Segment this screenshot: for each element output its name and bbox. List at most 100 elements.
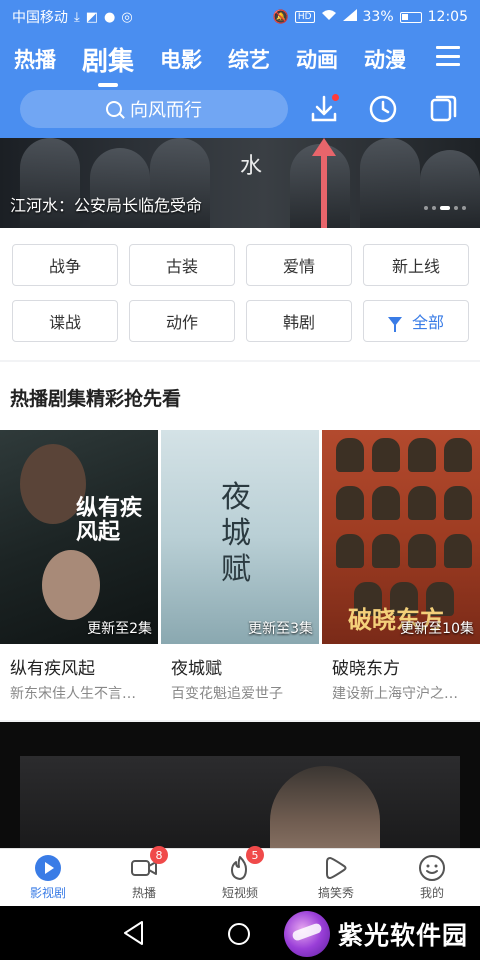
poster-figure (444, 438, 472, 472)
poster-figure (444, 534, 472, 568)
nav-label: 我的 (419, 886, 444, 900)
bottom-nav: 影视剧 8 热播 5 短视频 搞笑秀 我的 (0, 846, 480, 906)
series-poster: 破晓东方 更新至10集 (322, 430, 480, 644)
nav-hot[interactable]: 8 热播 (96, 846, 192, 906)
battery-icon (399, 11, 422, 23)
home-icon[interactable] (228, 923, 250, 945)
category-grid: 战争 古装 爱情 新上线 谍战 动作 韩剧 全部 (0, 228, 480, 360)
watermark-text: 紫光软件园 (338, 921, 469, 950)
watermark: 紫光软件园 (284, 908, 480, 960)
nav-label: 搞笑秀 (317, 886, 354, 900)
banner-poster-text: 水 (240, 154, 263, 179)
poster-figure (42, 550, 100, 620)
smiley-icon (418, 854, 446, 882)
flame-icon: 5 (226, 846, 264, 882)
poster-figure (372, 534, 400, 568)
banner-figure (360, 138, 420, 228)
watermark-logo-icon (284, 911, 330, 957)
category-action[interactable]: 动作 (129, 300, 235, 342)
category-new[interactable]: 新上线 (363, 244, 469, 286)
series-poster: 纵有疾风起 更新至2集 (0, 430, 158, 644)
category-war[interactable]: 战争 (12, 244, 118, 286)
badge: 8 (150, 846, 168, 864)
history-icon[interactable] (368, 94, 398, 124)
play-circle-icon (34, 854, 62, 882)
play-outline-icon (322, 854, 350, 882)
nav-label: 短视频 (221, 886, 258, 900)
nav-funny[interactable]: 搞笑秀 (288, 849, 384, 906)
category-romance[interactable]: 爱情 (246, 244, 352, 286)
tab-movie[interactable]: 电影 (160, 44, 202, 74)
badge: 5 (246, 846, 264, 864)
video-camera-icon: 8 (130, 846, 168, 882)
series-card[interactable]: 破晓东方 更新至10集 破晓东方 建设新上海守沪之… (322, 430, 480, 703)
app-status-icon: ◩ (85, 9, 99, 25)
nav-series[interactable]: 影视剧 (0, 849, 96, 906)
tab-hot[interactable]: 热播 (14, 44, 56, 74)
filter-icon (387, 316, 402, 332)
series-desc: 建设新上海守沪之… (332, 686, 458, 702)
series-name: 纵有疾风起 (10, 659, 95, 679)
poster-figure (408, 438, 436, 472)
search-icon (106, 101, 122, 117)
download-icon[interactable] (309, 94, 339, 124)
section-title: 热播剧集精彩抢先看 (10, 388, 182, 410)
back-icon[interactable] (122, 920, 146, 950)
series-poster: 夜城赋 更新至3集 (161, 430, 319, 644)
wifi-icon (321, 9, 337, 25)
tab-animation[interactable]: 动画 (296, 44, 338, 74)
carousel-dots (424, 206, 466, 210)
poster-figure (336, 486, 364, 520)
nav-short-video[interactable]: 5 短视频 (192, 846, 288, 906)
video-preview[interactable] (0, 722, 480, 848)
nav-label: 影视剧 (29, 886, 66, 900)
carrier-label: 中国移动 (12, 10, 68, 26)
notification-dot (332, 94, 339, 101)
tab-anime[interactable]: 动漫 (364, 44, 406, 74)
wechat-status-icon: ◎ (121, 9, 133, 25)
search-row: 向风而行 (0, 90, 480, 130)
poster-figure (444, 486, 472, 520)
nav-mine[interactable]: 我的 (384, 849, 480, 906)
poster-figure (336, 534, 364, 568)
series-card[interactable]: 夜城赋 更新至3集 夜城赋 百变花魁追爱世子 (161, 430, 319, 703)
poster-figure (408, 486, 436, 520)
poster-title: 夜城赋 (221, 480, 251, 587)
search-placeholder: 向风而行 (130, 100, 202, 121)
app-header: 中国移动 ⤓ ◩ ● ◎ 🔕 HD 33% 12:05 热播 剧集 电影 综艺 … (0, 0, 480, 138)
video-figure (270, 766, 380, 848)
poster-figure (372, 438, 400, 472)
update-badge: 更新至3集 (248, 621, 313, 637)
mute-icon: 🔕 (272, 9, 289, 25)
category-all-button[interactable]: 全部 (363, 300, 469, 342)
video-frame (20, 756, 460, 848)
series-desc: 新东宋佳人生不言… (10, 686, 136, 702)
category-spy[interactable]: 谍战 (12, 300, 118, 342)
category-costume[interactable]: 古装 (129, 244, 235, 286)
series-card[interactable]: 纵有疾风起 更新至2集 纵有疾风起 新东宋佳人生不言… (0, 430, 158, 703)
tab-series[interactable]: 剧集 (82, 41, 134, 87)
banner-figure (290, 144, 350, 228)
hot-series-section: 热播剧集精彩抢先看 纵有疾风起 更新至2集 纵有疾风起 新东宋佳人生不言… 夜城… (0, 362, 480, 720)
annotation-arrow-head (312, 138, 336, 156)
download-status-icon: ⤓ (74, 9, 80, 25)
featured-banner[interactable]: 水 江河水：公安局长临危受命 (0, 138, 480, 228)
banner-figure (90, 148, 150, 228)
menu-icon[interactable] (436, 46, 460, 66)
chat-status-icon: ● (104, 9, 116, 25)
series-desc: 百变花魁追爱世子 (171, 686, 283, 702)
update-badge: 更新至10集 (400, 621, 474, 637)
status-bar: 中国移动 ⤓ ◩ ● ◎ 🔕 HD 33% 12:05 (0, 0, 480, 34)
battery-percent: 33% (362, 9, 394, 25)
hd-icon: HD (294, 11, 315, 23)
poster-figure (372, 486, 400, 520)
search-input[interactable]: 向风而行 (20, 90, 288, 128)
tab-variety[interactable]: 综艺 (228, 44, 270, 74)
update-badge: 更新至2集 (87, 621, 152, 637)
windows-icon[interactable] (428, 94, 458, 124)
category-tabs: 热播 剧集 电影 综艺 动画 动漫 (0, 36, 480, 87)
category-korean[interactable]: 韩剧 (246, 300, 352, 342)
category-all-label: 全部 (411, 313, 444, 332)
series-name: 夜城赋 (171, 659, 222, 679)
banner-figure (420, 150, 480, 228)
